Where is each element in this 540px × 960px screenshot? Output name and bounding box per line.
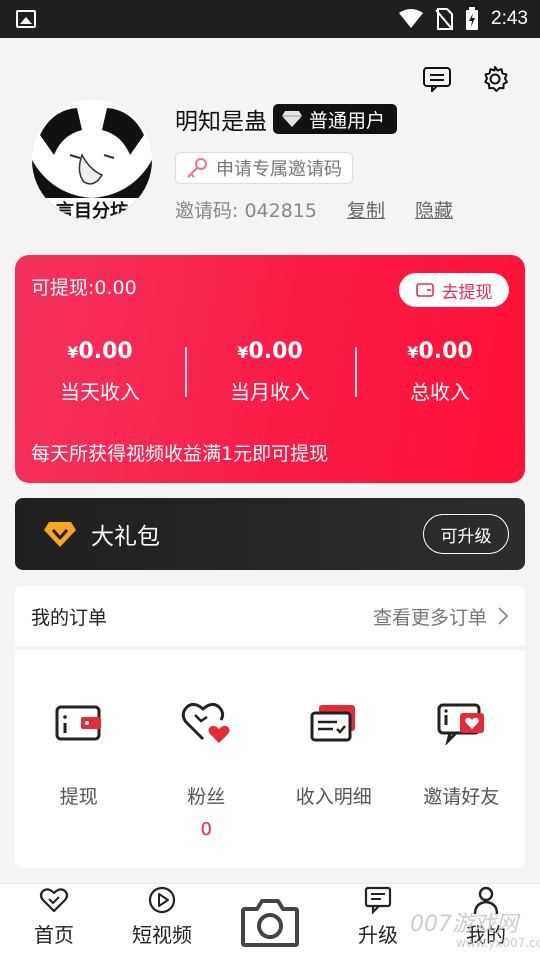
wifi-icon [399,9,424,28]
stat-label: 总收入 [410,380,470,404]
no-sim-icon [435,8,454,30]
tab-camera[interactable] [216,884,324,960]
withdraw-button[interactable]: 去提现 [399,273,509,307]
currency-symbol: ¥ [237,343,249,362]
withdraw-note: 每天所获得视频收益满1元即可提现 [31,443,329,465]
gift-pack-bar[interactable]: 大礼包 可升级 [15,498,525,570]
tab-short-video[interactable]: 短视频 [108,884,216,960]
earnings-stats: ¥0.00 当天收入 ¥0.00 当月收入 ¥0.00 总收入 [15,339,525,411]
diamond-icon [282,111,302,127]
upgrade-button[interactable]: 可升级 [423,514,509,554]
copy-link[interactable]: 复制 [347,196,385,223]
gear-icon [484,66,508,92]
invite-code-text: 邀请码: 042815 [175,200,317,222]
tab-label: 首页 [34,923,74,947]
heart-icon [182,702,230,743]
stat-month: ¥0.00 当月收入 [185,339,355,411]
order-item-label: 粉丝 [187,786,226,808]
message-icon [423,67,451,92]
heart-home-icon [39,888,69,913]
key-icon [187,158,207,178]
hide-link[interactable]: 隐藏 [415,196,453,223]
orders-title: 我的订单 [31,606,108,629]
diamond-gift-icon [44,522,76,547]
view-more-orders-label: 查看更多订单 [372,606,487,629]
gift-pack-title: 大礼包 [91,524,160,550]
message-icon [364,886,392,914]
watermark-url: www.yx007.com [456,936,540,950]
wallet-small-icon [415,283,434,297]
order-item-count: 0 [200,819,212,840]
user-level-badge: 普通用户 [273,104,398,134]
tab-label: 升级 [358,923,398,947]
avatar[interactable]: 言目分坊 [32,100,152,220]
profile-section: 言目分坊 明知是蛊 普通用户 申请专属邀请码 邀请码: 042815 复制 隐藏 [0,38,540,238]
available-balance: 可提现:0.00 [31,277,137,299]
order-item-label: 邀请好友 [423,786,500,808]
order-item-fans[interactable]: 粉丝 0 [143,700,271,868]
gallery-icon [16,10,36,28]
currency-symbol: ¥ [407,343,419,362]
stat-value: 0.00 [418,339,473,364]
tab-home[interactable]: 首页 [0,884,108,960]
play-icon [148,886,176,914]
avatar-image: 言目分坊 [32,100,152,220]
order-item-label: 收入明细 [295,786,372,808]
order-item-invite-friends[interactable]: 邀请好友 [398,700,526,868]
stat-divider [355,347,357,397]
wallet-icon [55,705,101,741]
currency-symbol: ¥ [67,343,79,362]
battery-charging-icon [466,7,479,30]
cards-icon [310,705,355,742]
order-item-income-detail[interactable]: 收入明细 [270,700,398,868]
view-more-orders-link[interactable]: 查看更多订单 [373,603,509,630]
user-level-label: 普通用户 [309,109,386,132]
apply-invite-code-button[interactable]: 申请专属邀请码 [175,152,353,184]
message-button[interactable] [422,64,452,94]
invite-chat-icon [437,703,485,745]
stat-total: ¥0.00 总收入 [355,339,525,411]
settings-button[interactable] [480,64,510,94]
status-time: 2:43 [491,8,528,29]
order-item-withdraw[interactable]: 提现 [15,700,143,868]
stat-divider [185,347,187,397]
watermark: 007游戏网 [410,912,518,937]
apply-invite-code-label: 申请专属邀请码 [216,159,342,180]
withdraw-button-label: 去提现 [441,282,493,303]
order-item-label: 提现 [59,786,98,808]
tab-label: 短视频 [132,923,192,947]
avatar-text: 言目分坊 [56,200,128,220]
earnings-card: 可提现:0.00 去提现 ¥0.00 当天收入 ¥0.00 当月收入 ¥0.00… [15,255,525,483]
chevron-right-icon [498,607,509,625]
status-bar: 2:43 [0,0,540,38]
orders-header: 我的订单 查看更多订单 [15,586,525,646]
stat-label: 当月收入 [230,380,310,404]
stat-value: 0.00 [78,339,133,364]
camera-icon [241,899,299,947]
stat-today: ¥0.00 当天收入 [15,339,185,411]
user-name: 明知是蛊 [175,109,267,135]
stat-label: 当天收入 [60,380,140,404]
stat-value: 0.00 [248,339,303,364]
orders-grid: 提现 粉丝 0 收入明细 邀请好友 [15,650,525,868]
